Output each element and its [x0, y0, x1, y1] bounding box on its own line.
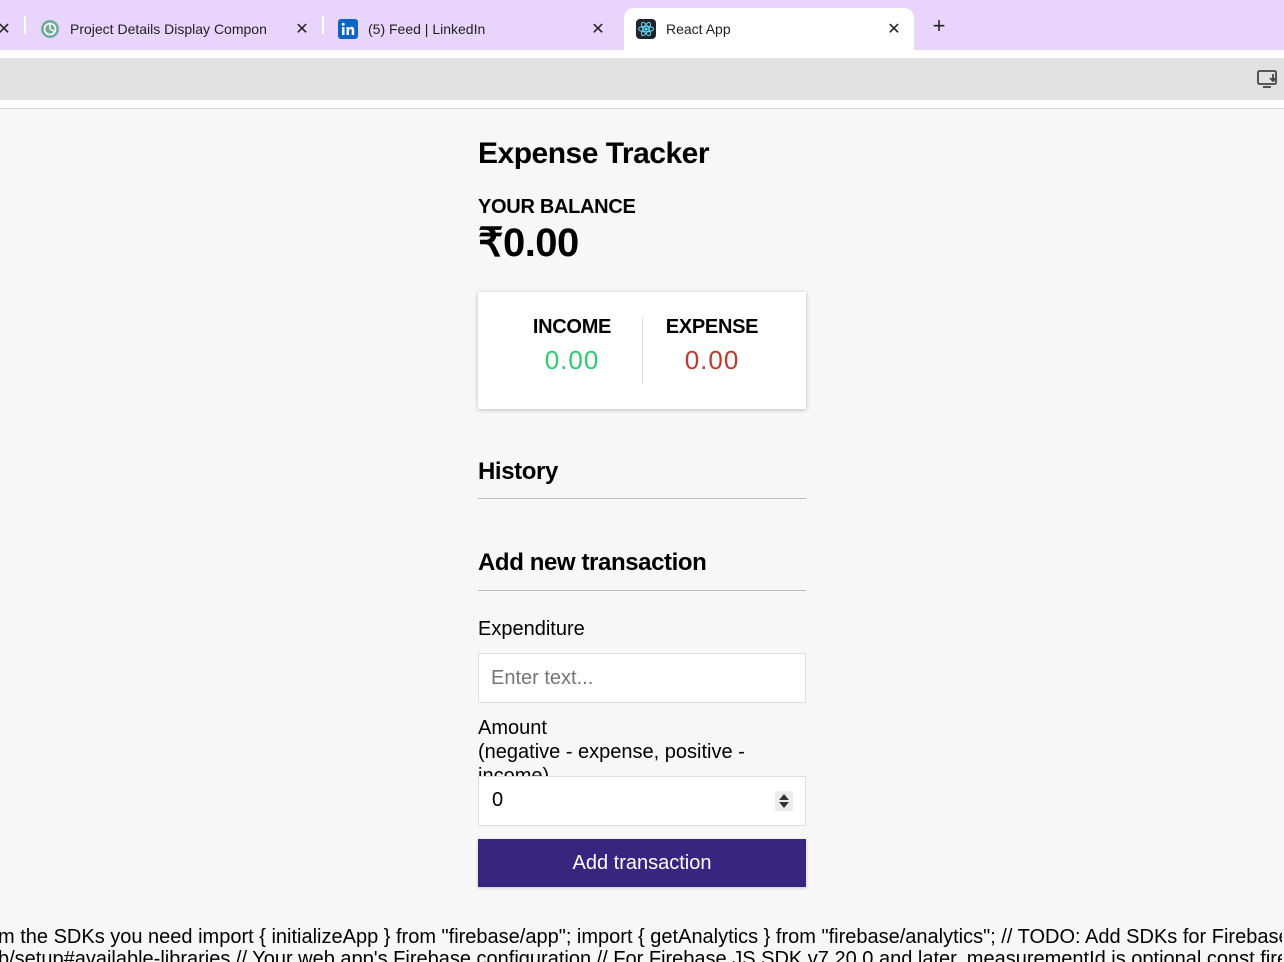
- new-tab-button[interactable]: +: [926, 13, 952, 39]
- tab-separator: [24, 16, 26, 34]
- add-transaction-title: Add new transaction: [478, 549, 707, 576]
- page-title: Expense Tracker: [478, 137, 710, 170]
- toolbar-divider: [0, 108, 1284, 109]
- amount-input-value: 0: [492, 789, 504, 811]
- tab-linkedin[interactable]: (5) Feed | LinkedIn ✕: [338, 8, 608, 50]
- tab-title: (5) Feed | LinkedIn: [368, 21, 486, 37]
- amount-input[interactable]: 0: [478, 776, 806, 826]
- history-title: History: [478, 458, 558, 485]
- address-bar[interactable]: [0, 58, 1284, 100]
- add-transaction-button[interactable]: Add transaction: [478, 839, 806, 887]
- expenditure-input[interactable]: [478, 653, 806, 703]
- history-divider: [478, 498, 806, 499]
- balance-label: YOUR BALANCE: [478, 196, 636, 218]
- add-transaction-divider: [478, 590, 806, 591]
- amount-stepper[interactable]: [775, 791, 793, 811]
- amount-label: Amount: [478, 717, 547, 739]
- income-label: INCOME: [532, 316, 612, 338]
- expenditure-label: Expenditure: [478, 618, 585, 640]
- install-app-icon[interactable]: [1256, 69, 1280, 89]
- income-value: 0.00: [544, 345, 600, 375]
- expense-column: EXPENSE 0.00: [642, 316, 782, 376]
- tab-title: React App: [666, 21, 731, 37]
- linkedin-icon: [338, 19, 358, 39]
- expense-value: 0.00: [684, 345, 740, 375]
- react-icon: [636, 19, 656, 39]
- browser-tab-strip: ✕ Project Details Display Compon ✕ (5) F…: [0, 0, 1284, 50]
- tab-partial[interactable]: ✕: [0, 8, 16, 50]
- stepper-up-icon[interactable]: [779, 794, 789, 800]
- tab-react-app[interactable]: React App ✕: [624, 8, 914, 50]
- page-text-line-2: b/setup#available-libraries // Your web …: [0, 948, 1282, 962]
- income-column: INCOME 0.00: [490, 316, 654, 376]
- close-icon[interactable]: ✕: [588, 19, 608, 39]
- income-expense-card: INCOME 0.00 EXPENSE 0.00: [478, 292, 806, 409]
- browser-toolbar: [0, 50, 1284, 108]
- tab-title: Project Details Display Compon: [70, 21, 267, 37]
- tab-project-details[interactable]: Project Details Display Compon ✕: [40, 8, 312, 50]
- close-icon[interactable]: ✕: [884, 19, 904, 39]
- page-text-line-1: m the SDKs you need import { initializeA…: [0, 926, 1282, 948]
- close-icon[interactable]: ✕: [0, 19, 14, 39]
- tab-separator: [322, 16, 324, 34]
- stepper-down-icon[interactable]: [779, 802, 789, 808]
- close-icon[interactable]: ✕: [292, 19, 312, 39]
- chatgpt-icon: [40, 19, 60, 39]
- balance-value: ₹0.00: [478, 221, 579, 265]
- expense-label: EXPENSE: [665, 316, 759, 338]
